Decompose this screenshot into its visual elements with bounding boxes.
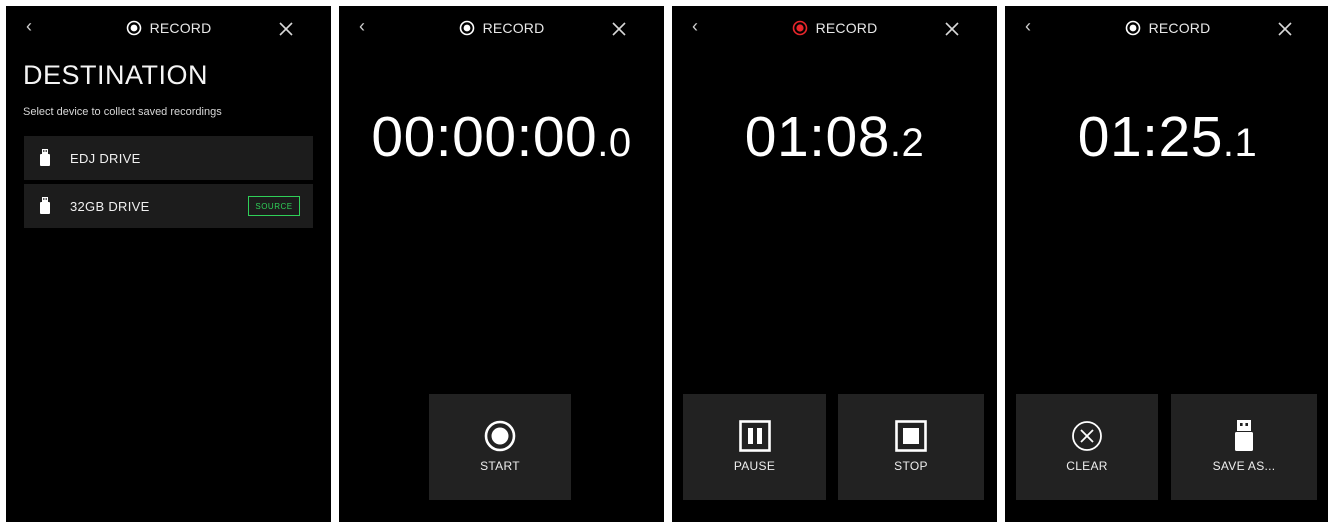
record-icon: [126, 20, 141, 36]
timer-fraction: .0: [597, 121, 632, 165]
stop-icon: [895, 420, 927, 452]
top-bar: ‹ RECORD: [339, 6, 664, 52]
pause-label: PAUSE: [733, 459, 776, 473]
drive-item-32gb[interactable]: 32GB DRIVE SOURCE: [24, 184, 313, 228]
page-title: DESTINATION: [23, 60, 209, 90]
title-text: RECORD: [1148, 20, 1211, 36]
stop-label: STOP: [894, 459, 928, 473]
save-as-button[interactable]: SAVE AS...: [1171, 394, 1317, 500]
record-icon: [459, 20, 474, 36]
elapsed-timer: 00:00:00.0: [339, 104, 664, 170]
start-button[interactable]: START: [429, 394, 571, 500]
drive-label: 32GB DRIVE: [70, 199, 150, 214]
top-bar: ‹ RECORD: [6, 6, 331, 52]
stop-button[interactable]: STOP: [838, 394, 984, 500]
record-start-icon: [484, 420, 516, 452]
recording-screen: ‹ RECORD 01:08.2 PAUSE STOP: [672, 6, 997, 522]
drive-label: EDJ DRIVE: [70, 151, 141, 166]
clear-button[interactable]: CLEAR: [1016, 394, 1158, 500]
timer-main: 01:08: [744, 105, 890, 169]
close-icon[interactable]: [610, 20, 628, 38]
pause-icon: [738, 420, 771, 452]
save-as-label: SAVE AS...: [1212, 459, 1276, 473]
title-text: RECORD: [149, 20, 212, 36]
record-active-icon: [792, 20, 807, 36]
clear-label: CLEAR: [1066, 459, 1108, 473]
page-subtitle: Select device to collect saved recording…: [23, 106, 222, 118]
timer-main: 01:25: [1077, 105, 1223, 169]
record-ready-screen: ‹ RECORD 00:00:00.0 START: [339, 6, 664, 522]
destination-screen: ‹ RECORD DESTINATION Select device to co…: [6, 6, 331, 522]
start-label: START: [480, 459, 520, 473]
close-icon[interactable]: [277, 20, 295, 38]
record-icon: [1125, 20, 1140, 36]
close-icon[interactable]: [943, 20, 961, 38]
drive-item-edj[interactable]: EDJ DRIVE: [24, 136, 313, 180]
elapsed-timer: 01:08.2: [672, 104, 997, 170]
usb-drive-icon: [1235, 420, 1253, 451]
timer-fraction: .2: [889, 121, 925, 165]
elapsed-timer: 01:25.1: [1005, 104, 1328, 170]
source-badge: SOURCE: [248, 196, 300, 216]
usb-drive-icon: [40, 149, 50, 166]
usb-drive-icon: [40, 197, 50, 214]
clear-icon: [1072, 421, 1102, 451]
title-text: RECORD: [815, 20, 878, 36]
recording-stopped-screen: ‹ RECORD 01:25.1 CLEAR SAVE AS...: [1005, 6, 1328, 522]
timer-main: 00:00:00: [371, 105, 598, 169]
pause-button[interactable]: PAUSE: [683, 394, 826, 500]
title-text: RECORD: [482, 20, 545, 36]
close-icon[interactable]: [1276, 20, 1294, 38]
top-bar: ‹ RECORD: [672, 6, 997, 52]
timer-fraction: .1: [1222, 121, 1258, 165]
top-bar: ‹ RECORD: [1005, 6, 1328, 52]
